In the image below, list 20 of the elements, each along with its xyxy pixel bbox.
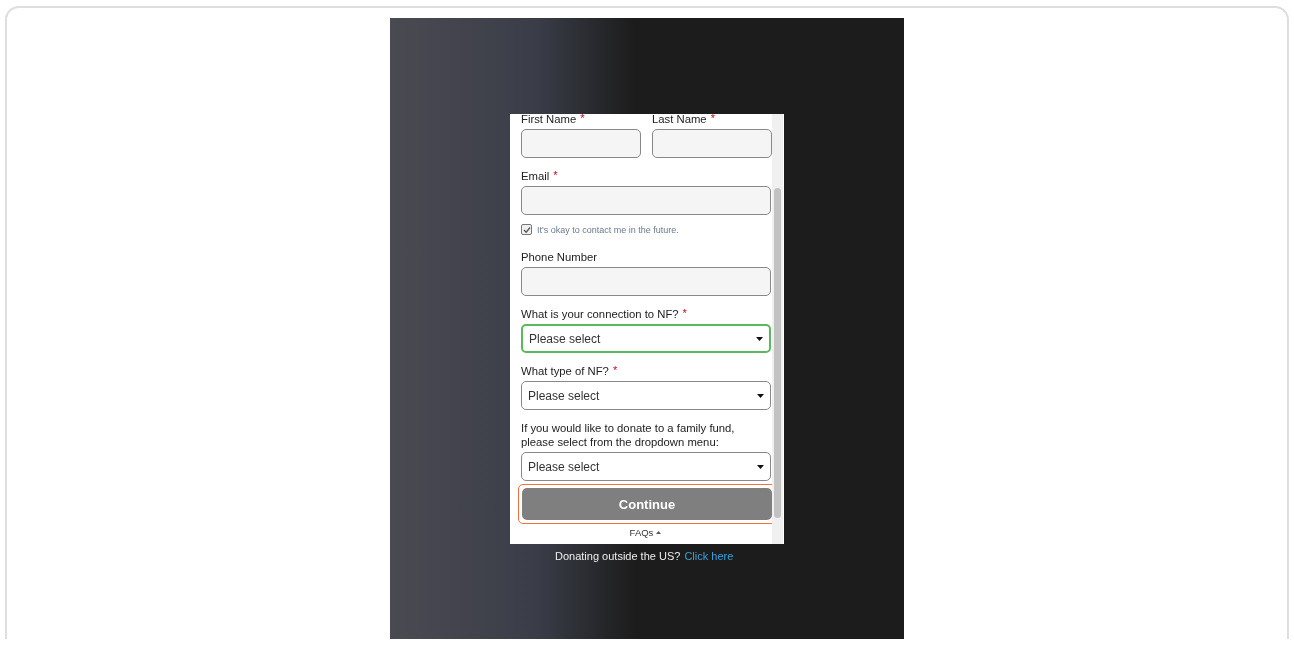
field-label: Phone Number — [521, 250, 597, 264]
required-mark: * — [553, 169, 558, 181]
required-mark: * — [682, 307, 687, 319]
field-label: What is your connection to NF? — [521, 307, 679, 321]
required-mark: * — [710, 112, 715, 124]
dropdown[interactable]: Please select — [521, 381, 771, 410]
click-here-link[interactable]: Click here — [684, 550, 734, 562]
faqs-link[interactable]: FAQs — [629, 527, 654, 538]
required-mark: * — [612, 364, 618, 376]
checkbox-label: It's okay to contact me in the future. — [537, 224, 679, 235]
field-label: What type of NF? — [521, 364, 609, 378]
field-label: Last Name — [652, 112, 707, 126]
footer-text: Donating outside the US? — [555, 550, 681, 562]
dropdown[interactable]: Please select — [521, 324, 771, 353]
continue-button[interactable]: Continue — [522, 488, 772, 520]
field-label: First Name — [521, 112, 577, 126]
field-label: Email — [521, 169, 550, 183]
field-label: If you would like to donate to a family fund, please select from the dropdown menu: — [521, 421, 736, 449]
dropdown[interactable]: Please select — [521, 452, 771, 481]
required-mark: * — [580, 112, 585, 124]
